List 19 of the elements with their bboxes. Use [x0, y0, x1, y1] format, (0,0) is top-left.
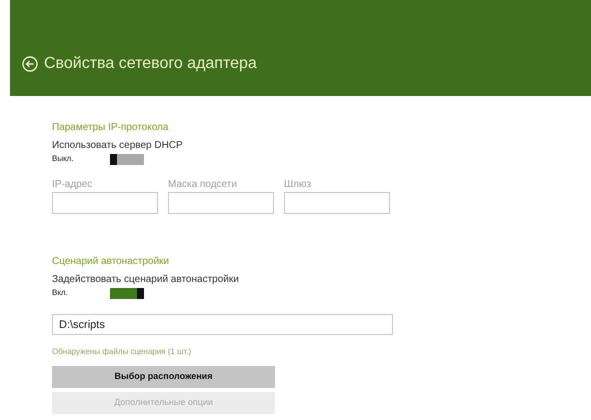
toggle-label: Использовать сервер DHCP: [52, 139, 184, 152]
field-label: Маска подсети: [168, 178, 238, 192]
toggle-switch[interactable]: [110, 288, 144, 298]
toggle-switch[interactable]: [110, 154, 144, 164]
input-field[interactable]: [168, 192, 274, 214]
action-button[interactable]: Выбор расположения: [52, 366, 275, 388]
field-label: IP-адрес: [52, 178, 94, 192]
field-label: Шлюз: [284, 178, 312, 192]
back-icon[interactable]: [22, 56, 38, 72]
path-field[interactable]: D:\scripts: [52, 314, 393, 335]
toggle-state-text: Выкл.: [52, 153, 75, 165]
section-title: Параметры IP-протокола: [52, 121, 170, 135]
toggle-label: Задействовать сценарий автонастройки: [52, 273, 240, 286]
section-title: Сценарий автонастройки: [52, 255, 170, 269]
input-field[interactable]: [284, 192, 390, 214]
toggle-state-text: Вкл.: [52, 287, 69, 299]
input-field[interactable]: [52, 192, 158, 214]
status-note: Обнаружены файлы сценария (1 шт.): [52, 347, 192, 356]
page-title: Свойства сетевого адаптера: [44, 56, 257, 72]
